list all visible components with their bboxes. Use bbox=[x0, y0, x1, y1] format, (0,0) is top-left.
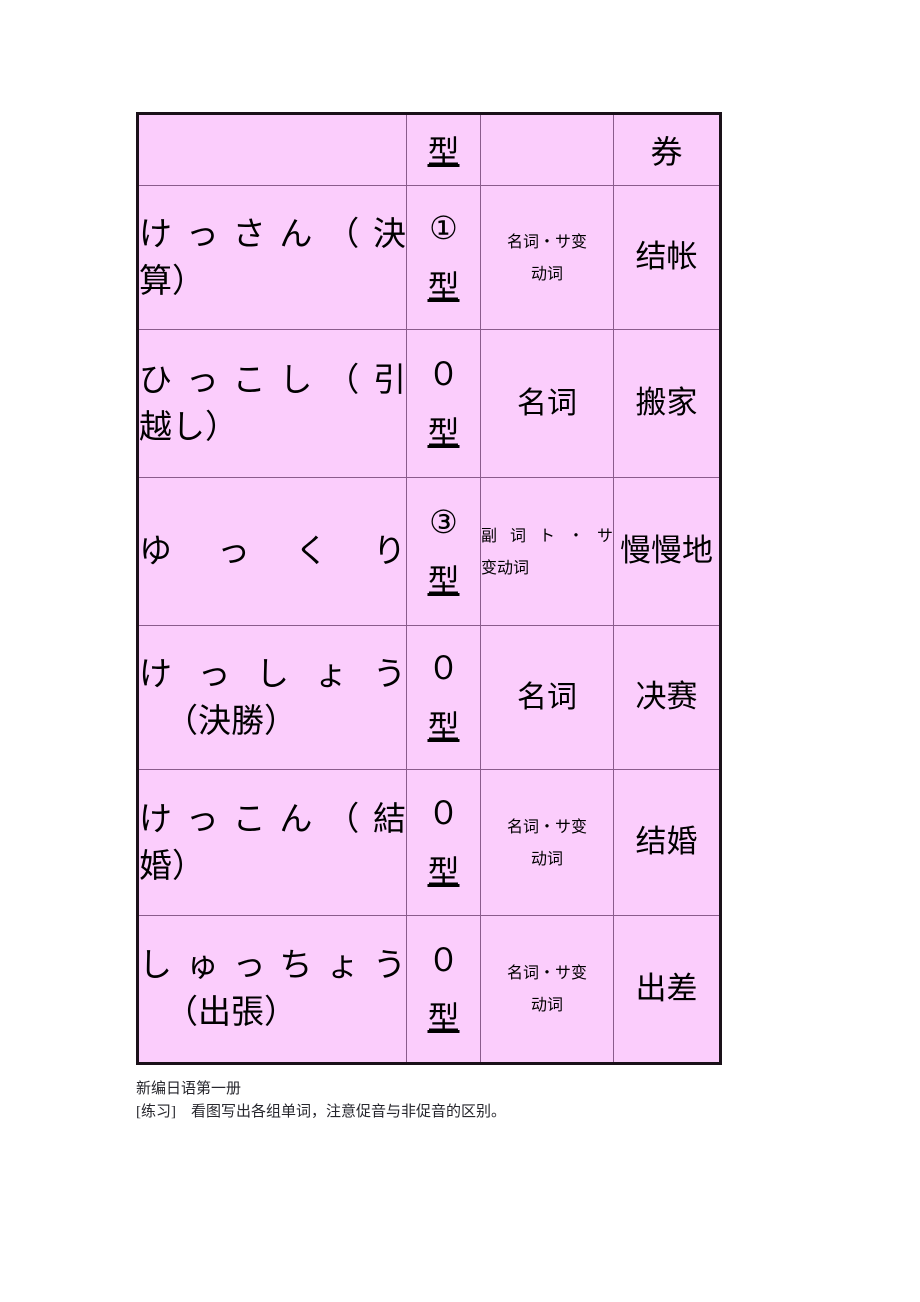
cell-part-of-speech: 名词・サ变 动词 bbox=[480, 769, 614, 916]
header-label-type: 型 bbox=[427, 133, 460, 171]
cell-part-of-speech: 副词ト・サ 变动词 bbox=[480, 477, 614, 626]
part-line-2: 动词 bbox=[530, 848, 563, 868]
part-line-1: 副词ト・サ bbox=[481, 525, 613, 545]
meaning-text: 搬家 bbox=[635, 385, 698, 422]
part-line-1: 名词・サ变 bbox=[506, 963, 587, 982]
cell-accent-type: ０ 型 bbox=[406, 769, 481, 916]
accent-suffix: 型 bbox=[427, 267, 460, 306]
accent-number: ０ bbox=[427, 355, 460, 394]
table-row: けっこん（結 婚） ０ 型 名词・サ变 动词 结婚 bbox=[137, 769, 721, 916]
table-row: ひっこし（引 越し） ０ 型 名词 搬家 bbox=[137, 329, 721, 478]
page-footer: 新编日语第一册 [练习] 看图写出各组单词，注意促音与非促音的区别。 bbox=[136, 1078, 836, 1125]
part-line-1: 名词 bbox=[517, 386, 577, 421]
word-line-1: しゅっちょう bbox=[139, 945, 406, 985]
accent-number: ０ bbox=[427, 794, 460, 833]
cell-meaning: 出差 bbox=[613, 915, 721, 1064]
cell-meaning: 搬家 bbox=[613, 329, 721, 478]
word-line-2: 越し） bbox=[139, 406, 238, 446]
word-line-1: けっさん（決 bbox=[139, 213, 406, 253]
cell-accent-type: ① 型 bbox=[406, 185, 481, 330]
cell-word: ゆっくり bbox=[137, 477, 407, 626]
footer-book-title: 新编日语第一册 bbox=[136, 1081, 242, 1097]
cell-word: けっしょう （決勝） bbox=[137, 625, 407, 770]
word-line-2: 算） bbox=[139, 260, 205, 300]
word-line-2: （決勝） bbox=[165, 700, 297, 740]
cell-word: しゅっちょう （出張） bbox=[137, 915, 407, 1064]
accent-suffix: 型 bbox=[427, 999, 460, 1037]
cell-part-of-speech: 名词・サ变 动词 bbox=[480, 915, 614, 1064]
cell-meaning: 决赛 bbox=[613, 625, 721, 770]
cell-accent-type: ③ 型 bbox=[406, 477, 481, 626]
header-cell-meaning: 券 bbox=[613, 113, 721, 186]
cell-accent-type: ０ 型 bbox=[406, 915, 481, 1064]
accent-number: ① bbox=[429, 209, 458, 248]
cell-meaning: 结婚 bbox=[613, 769, 721, 916]
part-line-2: 动词 bbox=[530, 995, 563, 1014]
part-line-2: 变动词 bbox=[481, 557, 530, 577]
meaning-text: 结婚 bbox=[635, 824, 698, 861]
accent-suffix: 型 bbox=[427, 413, 460, 452]
header-cell-type: 型 bbox=[406, 113, 481, 186]
accent-suffix: 型 bbox=[427, 707, 460, 746]
table-header-row: 型 券 bbox=[137, 113, 721, 186]
document-page: 型 券 けっさん（決 算） ① 型 名词・サ变 动词 结帐 ひっこし（引 越し）… bbox=[0, 0, 920, 1302]
header-label-meaning: 券 bbox=[650, 133, 683, 171]
meaning-text: 结帐 bbox=[635, 239, 698, 276]
word-line-2: （出張） bbox=[165, 992, 297, 1031]
cell-accent-type: ０ 型 bbox=[406, 625, 481, 770]
meaning-text: 决赛 bbox=[635, 679, 698, 716]
cell-word: ひっこし（引 越し） bbox=[137, 329, 407, 478]
word-line-1: ひっこし（引 bbox=[139, 359, 406, 399]
table-row: けっしょう （決勝） ０ 型 名词 决赛 bbox=[137, 625, 721, 770]
cell-word: けっさん（決 算） bbox=[137, 185, 407, 330]
header-cell-part bbox=[480, 113, 614, 186]
word-line-1: けっこん（結 bbox=[139, 798, 406, 838]
cell-part-of-speech: 名词・サ变 动词 bbox=[480, 185, 614, 330]
cell-accent-type: ０ 型 bbox=[406, 329, 481, 478]
word-line-1: けっしょう bbox=[139, 653, 406, 693]
part-line-1: 名词・サ变 bbox=[506, 231, 587, 251]
accent-suffix: 型 bbox=[427, 852, 460, 891]
cell-part-of-speech: 名词 bbox=[480, 329, 614, 478]
accent-number: ③ bbox=[429, 503, 458, 542]
accent-number: ０ bbox=[427, 649, 460, 688]
accent-number: ０ bbox=[427, 940, 460, 979]
part-line-1: 名词・サ变 bbox=[506, 816, 587, 836]
meaning-text: 出差 bbox=[635, 970, 698, 1007]
table-row: しゅっちょう （出張） ０ 型 名词・サ变 动词 出差 bbox=[137, 915, 721, 1064]
cell-part-of-speech: 名词 bbox=[480, 625, 614, 770]
word-line-1: ゆっくり bbox=[139, 531, 406, 571]
footer-exercise-line: [练习] 看图写出各组单词，注意促音与非促音的区别。 bbox=[136, 1104, 506, 1121]
cell-meaning: 慢慢地 bbox=[613, 477, 721, 626]
part-line-1: 名词 bbox=[517, 680, 577, 715]
table-row: けっさん（決 算） ① 型 名词・サ变 动词 结帐 bbox=[137, 185, 721, 330]
cell-meaning: 结帐 bbox=[613, 185, 721, 330]
word-line-2: 婚） bbox=[139, 845, 205, 885]
accent-suffix: 型 bbox=[427, 561, 460, 600]
cell-word: けっこん（結 婚） bbox=[137, 769, 407, 916]
table-row: ゆっくり ③ 型 副词ト・サ变动词 慢慢地 bbox=[137, 477, 721, 626]
part-line-2: 动词 bbox=[530, 263, 563, 283]
header-cell-word bbox=[137, 113, 407, 186]
vocabulary-table: 型 券 けっさん（決 算） ① 型 名词・サ变 动词 结帐 ひっこし（引 越し）… bbox=[136, 112, 722, 1065]
meaning-text: 慢慢地 bbox=[620, 533, 713, 570]
